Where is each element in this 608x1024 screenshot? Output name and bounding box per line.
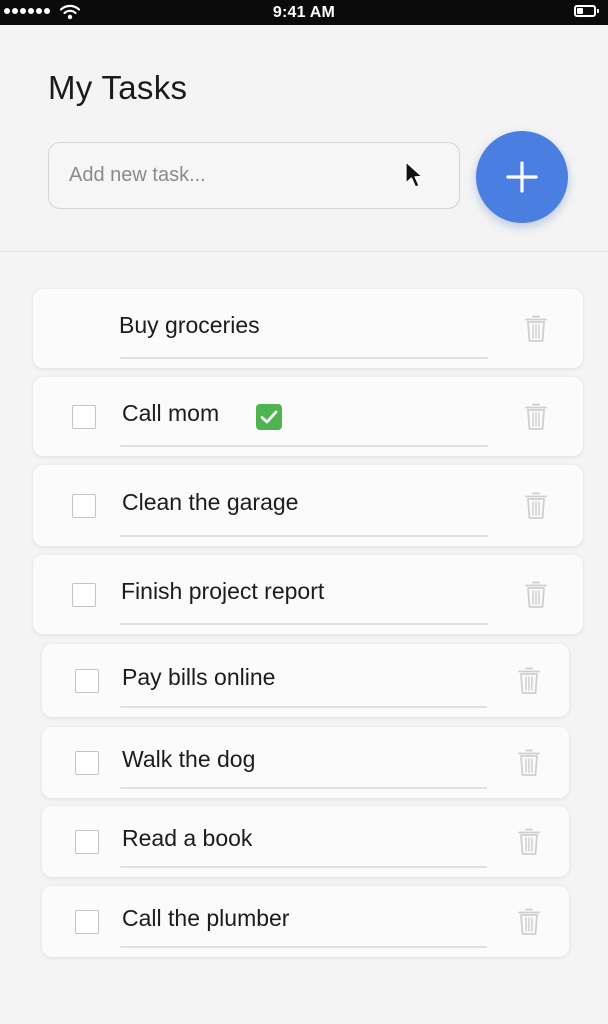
trash-icon[interactable] [525, 492, 547, 520]
task-checkbox[interactable] [72, 493, 96, 518]
task-item[interactable]: Call the plumber [42, 886, 569, 957]
task-checkbox[interactable] [75, 909, 99, 934]
mouse-pointer-icon [405, 161, 423, 188]
header: My Tasks [0, 25, 608, 252]
task-checkbox[interactable] [75, 750, 99, 775]
task-underline [120, 706, 487, 708]
plus-icon [506, 161, 538, 193]
task-checkbox[interactable] [75, 668, 99, 693]
task-label: Read a book [122, 824, 253, 851]
trash-icon[interactable] [518, 667, 540, 695]
task-item[interactable]: Buy groceries [33, 289, 583, 368]
task-label: Walk the dog [122, 745, 256, 772]
task-underline [120, 535, 488, 537]
new-task-input[interactable] [48, 142, 460, 209]
task-label: Finish project report [121, 577, 325, 604]
task-label: Call mom [122, 399, 220, 426]
task-underline [120, 866, 487, 868]
task-underline [120, 787, 487, 789]
checkmark-icon [256, 403, 282, 430]
task-label: Pay bills online [122, 663, 276, 690]
task-item[interactable]: Pay bills online [42, 644, 569, 717]
task-underline [120, 445, 488, 447]
task-underline [120, 623, 488, 625]
trash-icon[interactable] [518, 749, 540, 777]
trash-icon[interactable] [525, 315, 547, 343]
task-checkbox[interactable] [72, 582, 96, 607]
task-checkbox[interactable] [75, 829, 99, 854]
battery-icon [574, 5, 599, 17]
task-item[interactable]: Clean the garage [33, 465, 583, 546]
trash-icon[interactable] [525, 403, 547, 431]
trash-icon[interactable] [525, 581, 547, 609]
task-checkbox[interactable] [72, 404, 96, 429]
task-label: Call the plumber [122, 904, 290, 931]
status-bar: 9:41 AM [0, 0, 608, 25]
page-title: My Tasks [48, 69, 188, 106]
task-label: Clean the garage [122, 488, 299, 515]
task-label: Buy groceries [119, 311, 260, 338]
task-item[interactable]: Walk the dog [42, 727, 569, 798]
status-time: 9:41 AM [272, 4, 336, 21]
trash-icon[interactable] [518, 828, 540, 856]
trash-icon[interactable] [518, 908, 540, 936]
task-item[interactable]: Finish project report [33, 555, 583, 634]
task-underline [120, 357, 488, 359]
add-task-button[interactable] [476, 131, 568, 223]
task-item[interactable]: Read a book [42, 806, 569, 877]
task-item[interactable]: Call mom [33, 377, 583, 456]
task-underline [120, 946, 487, 948]
